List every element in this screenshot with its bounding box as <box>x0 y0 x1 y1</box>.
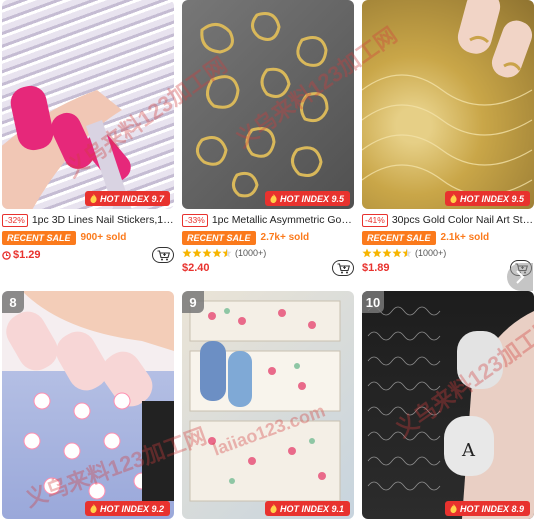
letter-stickers-illustration: A <box>367 306 534 519</box>
rating-count: (1000+) <box>235 248 267 258</box>
discount-badge: -41% <box>362 213 388 227</box>
next-page-button[interactable] <box>507 263 533 291</box>
chevron-right-icon <box>516 270 525 284</box>
sale-row: RECENT SALE 2.1k+ sold <box>362 230 489 245</box>
flame-icon <box>450 194 457 203</box>
gold-stickers-illustration <box>196 12 329 198</box>
product-title-row[interactable]: -41% 30pcs Gold Color Nail Art Stick... <box>362 213 534 227</box>
product-title-row[interactable]: -33% 1pc Metallic Asymmetric Gold F... <box>182 213 354 227</box>
price-value: $2.40 <box>182 262 210 274</box>
rank-badge: 9 <box>182 291 204 313</box>
product-image[interactable]: 9 HOT INDEX 9.1 <box>182 291 354 519</box>
product-image[interactable]: 8 HOT INDEX 9.2 <box>2 291 174 519</box>
rating-count: (1000+) <box>415 248 447 258</box>
svg-text:A: A <box>461 440 476 461</box>
rating-row: (1000+) <box>362 247 446 259</box>
gold-nails-illustration <box>362 0 533 196</box>
flame-icon <box>90 194 97 203</box>
flame-icon <box>90 504 97 513</box>
flame-icon <box>270 194 277 203</box>
add-to-cart-button[interactable] <box>332 260 354 276</box>
hot-index-label: HOT INDEX 9.2 <box>99 503 164 514</box>
star-icon <box>362 248 372 258</box>
hot-index-label: HOT INDEX 9.5 <box>279 193 344 204</box>
star-icon <box>382 248 392 258</box>
cart-icon <box>337 262 350 273</box>
sold-count: 2.7k+ sold <box>260 232 310 243</box>
product-image[interactable]: HOT INDEX 9.5 <box>182 0 354 209</box>
hot-index-badge: HOT INDEX 9.2 <box>84 501 170 516</box>
star-icon <box>212 248 222 258</box>
sold-count: 2.1k+ sold <box>440 232 490 243</box>
flame-icon <box>270 504 277 513</box>
hot-index-badge: HOT INDEX 9.1 <box>264 501 350 516</box>
sale-row: RECENT SALE 900+ sold <box>2 230 126 245</box>
hot-index-label: HOT INDEX 9.1 <box>279 503 344 514</box>
recent-sale-tag: RECENT SALE <box>2 230 76 245</box>
clock-icon <box>2 250 11 260</box>
hot-index-label: HOT INDEX 8.9 <box>459 503 524 514</box>
star-icon <box>192 248 202 258</box>
recent-sale-tag: RECENT SALE <box>362 230 436 245</box>
sold-count: 900+ sold <box>80 232 127 243</box>
star-icon <box>372 248 382 258</box>
discount-badge: -32% <box>2 213 28 227</box>
nail-illustration <box>2 85 132 209</box>
product-title-row[interactable]: -32% 1pc 3D Lines Nail Stickers,1 Sh... <box>2 213 174 227</box>
product-title[interactable]: 1pc 3D Lines Nail Stickers,1 Sh... <box>32 214 174 226</box>
hello-kitty-nails-illustration <box>6 291 174 501</box>
add-to-cart-button[interactable] <box>152 247 174 263</box>
sale-row: RECENT SALE 2.7k+ sold <box>182 230 309 245</box>
hot-index-label: HOT INDEX 9.7 <box>99 193 164 204</box>
hot-index-badge: HOT INDEX 9.7 <box>84 191 170 206</box>
flame-icon <box>450 504 457 513</box>
hot-index-label: HOT INDEX 9.5 <box>459 193 524 204</box>
product-image[interactable]: A 10 HOT INDEX 8.9 <box>362 291 534 519</box>
recent-sale-tag: RECENT SALE <box>182 230 256 245</box>
star-rating <box>182 248 232 258</box>
product-title[interactable]: 1pc Metallic Asymmetric Gold F... <box>212 214 354 226</box>
star-icon <box>222 248 232 258</box>
price: $2.40 <box>182 262 210 274</box>
product-title[interactable]: 30pcs Gold Color Nail Art Stick... <box>392 214 534 226</box>
hot-index-badge: HOT INDEX 8.9 <box>444 501 530 516</box>
cute-stickers-illustration <box>189 300 341 502</box>
star-icon <box>402 248 412 258</box>
product-image[interactable]: HOT INDEX 9.7 <box>2 0 174 209</box>
hot-index-badge: HOT INDEX 9.5 <box>264 191 350 206</box>
product-image[interactable]: HOT INDEX 9.5 <box>362 0 534 209</box>
rank-badge: 8 <box>2 291 24 313</box>
star-icon <box>202 248 212 258</box>
cart-icon <box>157 249 170 260</box>
price-value: $1.89 <box>362 262 390 274</box>
product-grid: HOT INDEX 9.7 -32% 1pc 3D Lines Nail Sti… <box>0 0 534 522</box>
star-rating <box>362 248 412 258</box>
star-icon <box>182 248 192 258</box>
price: $1.89 <box>362 262 390 274</box>
star-icon <box>392 248 402 258</box>
price: $1.29 <box>2 249 41 261</box>
rating-row: (1000+) <box>182 247 266 259</box>
price-value: $1.29 <box>13 249 41 261</box>
hot-index-badge: HOT INDEX 9.5 <box>444 191 530 206</box>
discount-badge: -33% <box>182 213 208 227</box>
rank-badge: 10 <box>362 291 384 313</box>
